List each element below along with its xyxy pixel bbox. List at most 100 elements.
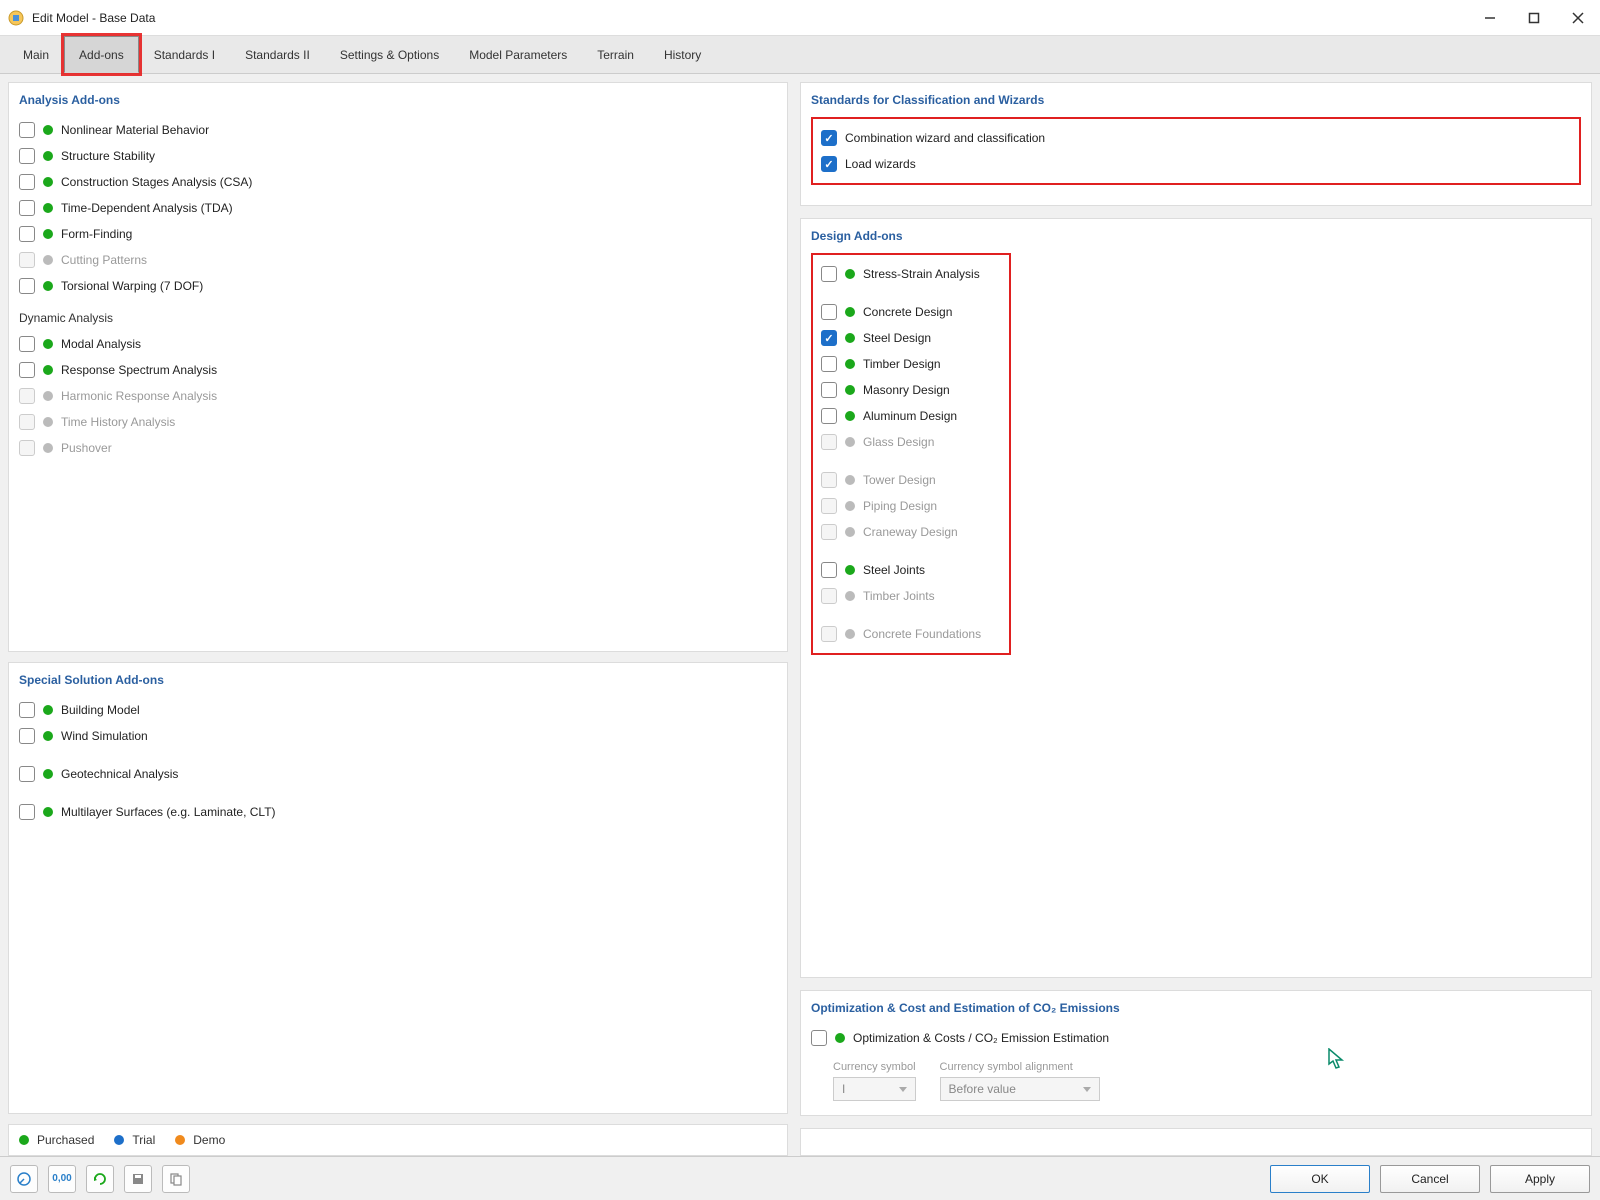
dynamic-item-2-status-dot xyxy=(43,391,53,401)
maximize-button[interactable] xyxy=(1524,8,1544,28)
design-item-3-1-row: Timber Joints xyxy=(821,583,1001,609)
special-item-0-status-dot xyxy=(43,705,53,715)
analysis-item-1-checkbox[interactable] xyxy=(19,148,35,164)
design-item-1-3-row: Masonry Design xyxy=(821,377,1001,403)
tab-main[interactable]: Main xyxy=(8,36,64,73)
currency-alignment-label: Currency symbol alignment xyxy=(940,1061,1100,1073)
dynamic-item-1-label: Response Spectrum Analysis xyxy=(61,363,217,377)
design-item-2-0-row: Tower Design xyxy=(821,467,1001,493)
dynamic-item-0-label: Modal Analysis xyxy=(61,337,141,351)
legend-purchased: Purchased xyxy=(19,1133,94,1147)
optimization-checkbox-row: Optimization & Costs / CO₂ Emission Esti… xyxy=(811,1025,1581,1051)
titlebar: Edit Model - Base Data xyxy=(0,0,1600,36)
design-item-1-4-row: Aluminum Design xyxy=(821,403,1001,429)
analysis-item-0-checkbox[interactable] xyxy=(19,122,35,138)
apply-button[interactable]: Apply xyxy=(1490,1165,1590,1193)
analysis-item-3-label: Time-Dependent Analysis (TDA) xyxy=(61,201,233,215)
design-item-1-1-label: Steel Design xyxy=(863,331,931,345)
standards-item-0-row: Combination wizard and classification xyxy=(821,125,1571,151)
design-item-2-2-label: Craneway Design xyxy=(863,525,958,539)
design-item-1-3-status-dot xyxy=(845,385,855,395)
design-item-3-1-checkbox xyxy=(821,588,837,604)
tab-add-ons[interactable]: Add-ons xyxy=(64,36,139,73)
design-item-0-0-label: Stress-Strain Analysis xyxy=(863,267,980,281)
optimization-title: Optimization & Cost and Estimation of CO… xyxy=(811,1001,1581,1015)
design-item-3-0-status-dot xyxy=(845,565,855,575)
dynamic-item-2-checkbox xyxy=(19,388,35,404)
analysis-item-2-checkbox[interactable] xyxy=(19,174,35,190)
footer-toolbar: 0,00 xyxy=(10,1165,190,1193)
tab-settings-options[interactable]: Settings & Options xyxy=(325,36,454,73)
special-item-2-checkbox[interactable] xyxy=(19,766,35,782)
analysis-item-4-status-dot xyxy=(43,229,53,239)
design-item-1-5-row: Glass Design xyxy=(821,429,1001,455)
optimization-status-dot xyxy=(835,1033,845,1043)
standards-highlight: Combination wizard and classificationLoa… xyxy=(811,117,1581,185)
cancel-button[interactable]: Cancel xyxy=(1380,1165,1480,1193)
tabbar: Main Add-ons Standards I Standards II Se… xyxy=(0,36,1600,74)
design-item-2-1-status-dot xyxy=(845,501,855,511)
tab-terrain[interactable]: Terrain xyxy=(582,36,649,73)
dynamic-item-3-row: Time History Analysis xyxy=(19,409,777,435)
special-solution-title: Special Solution Add-ons xyxy=(19,673,777,687)
special-item-0-checkbox[interactable] xyxy=(19,702,35,718)
tab-history[interactable]: History xyxy=(649,36,716,73)
analysis-item-5-checkbox xyxy=(19,252,35,268)
standards-item-0-label: Combination wizard and classification xyxy=(845,131,1045,145)
help-button[interactable] xyxy=(10,1165,38,1193)
tab-model-parameters[interactable]: Model Parameters xyxy=(454,36,582,73)
currency-symbol-select[interactable]: I xyxy=(833,1077,916,1101)
standards-item-1-checkbox[interactable] xyxy=(821,156,837,172)
dynamic-item-4-row: Pushover xyxy=(19,435,777,461)
save-button[interactable] xyxy=(124,1165,152,1193)
special-item-3-checkbox[interactable] xyxy=(19,804,35,820)
standards-item-0-checkbox[interactable] xyxy=(821,130,837,146)
design-item-2-1-label: Piping Design xyxy=(863,499,937,513)
minimize-button[interactable] xyxy=(1480,8,1500,28)
currency-alignment-select[interactable]: Before value xyxy=(940,1077,1100,1101)
design-item-2-1-row: Piping Design xyxy=(821,493,1001,519)
optimization-panel: Optimization & Cost and Estimation of CO… xyxy=(800,990,1592,1116)
analysis-item-4-label: Form-Finding xyxy=(61,227,132,241)
design-item-1-4-checkbox[interactable] xyxy=(821,408,837,424)
design-item-2-0-status-dot xyxy=(845,475,855,485)
copy-button[interactable] xyxy=(162,1165,190,1193)
special-item-1-checkbox[interactable] xyxy=(19,728,35,744)
tab-standards-2[interactable]: Standards II xyxy=(230,36,325,73)
analysis-item-5-status-dot xyxy=(43,255,53,265)
optimization-checkbox[interactable] xyxy=(811,1030,827,1046)
footer-buttons: OK Cancel Apply xyxy=(1270,1165,1590,1193)
reload-button[interactable] xyxy=(86,1165,114,1193)
dynamic-analysis-subheading: Dynamic Analysis xyxy=(19,311,777,325)
units-button[interactable]: 0,00 xyxy=(48,1165,76,1193)
design-item-1-2-checkbox[interactable] xyxy=(821,356,837,372)
design-item-1-1-checkbox[interactable] xyxy=(821,330,837,346)
analysis-item-6-checkbox[interactable] xyxy=(19,278,35,294)
ok-button[interactable]: OK xyxy=(1270,1165,1370,1193)
dot-blue-icon xyxy=(114,1135,124,1145)
dynamic-item-1-checkbox[interactable] xyxy=(19,362,35,378)
footer: 0,00 OK Cancel Apply xyxy=(0,1156,1600,1200)
currency-symbol-label: Currency symbol xyxy=(833,1061,916,1073)
right-column: Standards for Classification and Wizards… xyxy=(800,82,1592,1156)
design-item-4-0-label: Concrete Foundations xyxy=(863,627,981,641)
design-item-1-3-label: Masonry Design xyxy=(863,383,950,397)
analysis-addons-panel: Analysis Add-ons Nonlinear Material Beha… xyxy=(8,82,788,652)
design-item-1-3-checkbox[interactable] xyxy=(821,382,837,398)
design-item-3-0-checkbox[interactable] xyxy=(821,562,837,578)
analysis-item-3-checkbox[interactable] xyxy=(19,200,35,216)
analysis-item-1-label: Structure Stability xyxy=(61,149,155,163)
special-item-1-row: Wind Simulation xyxy=(19,723,777,749)
dynamic-item-0-checkbox[interactable] xyxy=(19,336,35,352)
close-button[interactable] xyxy=(1568,8,1588,28)
dot-orange-icon xyxy=(175,1135,185,1145)
analysis-item-6-row: Torsional Warping (7 DOF) xyxy=(19,273,777,299)
analysis-item-4-checkbox[interactable] xyxy=(19,226,35,242)
design-item-1-0-checkbox[interactable] xyxy=(821,304,837,320)
dynamic-item-3-label: Time History Analysis xyxy=(61,415,175,429)
design-item-1-0-status-dot xyxy=(845,307,855,317)
analysis-item-2-row: Construction Stages Analysis (CSA) xyxy=(19,169,777,195)
special-item-3-label: Multilayer Surfaces (e.g. Laminate, CLT) xyxy=(61,805,276,819)
tab-standards-1[interactable]: Standards I xyxy=(139,36,230,73)
design-item-0-0-checkbox[interactable] xyxy=(821,266,837,282)
